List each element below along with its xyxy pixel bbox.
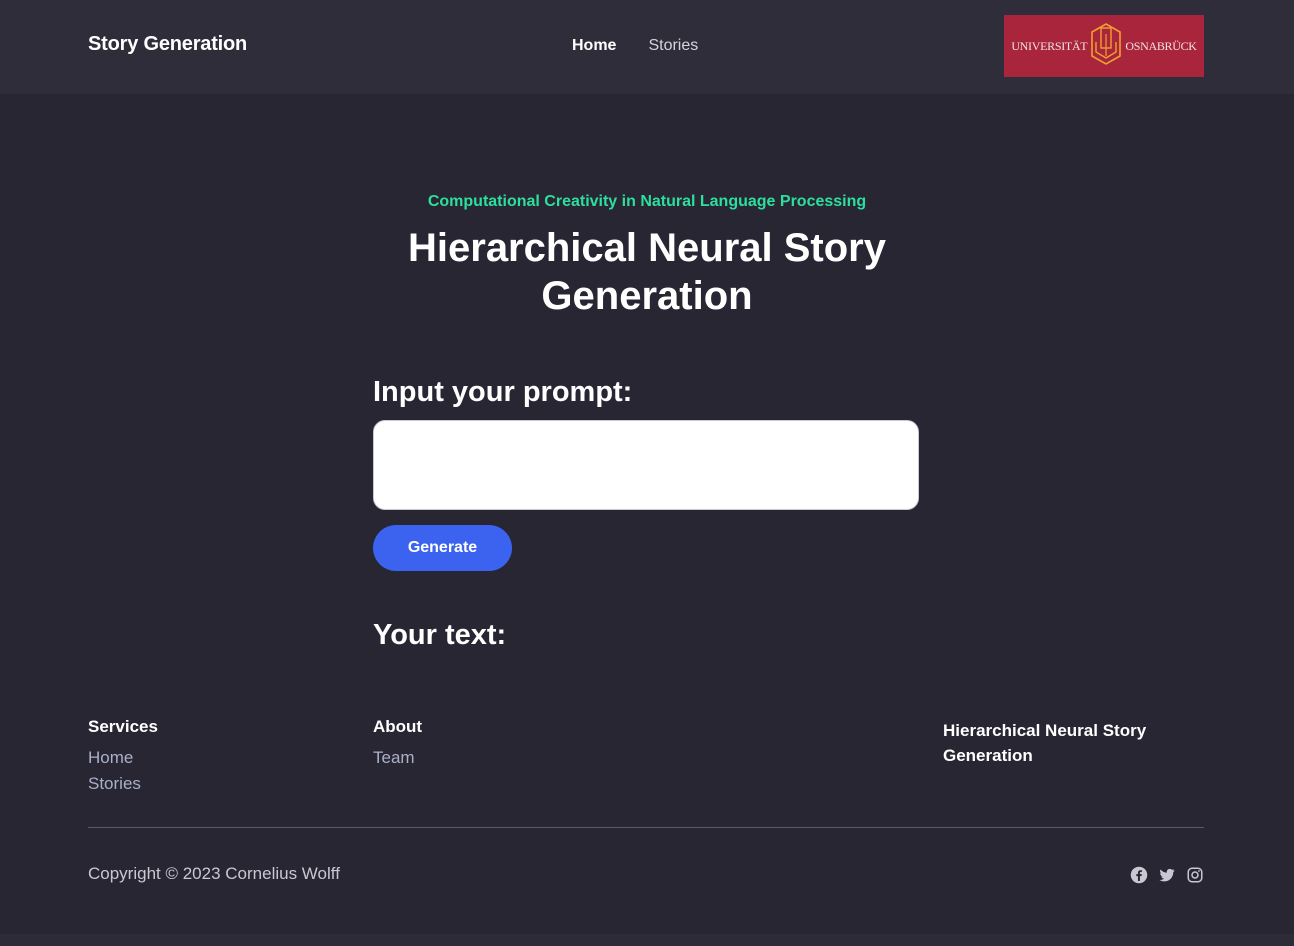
output-label: Your text: (373, 619, 507, 651)
hero-subtitle: Computational Creativity in Natural Lang… (427, 193, 867, 210)
university-seal-icon (1089, 22, 1123, 71)
brand-title[interactable]: Story Generation (88, 33, 247, 56)
footer-site-title: Hierarchical Neural Story Generation (943, 721, 1147, 765)
facebook-icon[interactable] (1130, 866, 1148, 884)
hero-title: Hierarchical Neural Story Generation (408, 226, 886, 318)
navbar: Story Generation Home Stories UNIVERSITÄ… (0, 0, 1294, 94)
instagram-icon[interactable] (1186, 866, 1204, 884)
university-logo[interactable]: UNIVERSITÄT OSNABRÜCK (1004, 15, 1204, 77)
footer-link-team[interactable]: Team (373, 745, 422, 771)
nav-link-stories[interactable]: Stories (648, 37, 698, 55)
prompt-input[interactable] (373, 420, 919, 510)
logo-text-left: UNIVERSITÄT (1011, 38, 1088, 53)
copyright-text: Copyright © 2023 Cornelius Wolff (88, 864, 340, 883)
nav-link-home[interactable]: Home (572, 37, 616, 55)
page-bottom-strip (0, 934, 1294, 946)
footer-link-stories[interactable]: Stories (88, 771, 158, 797)
footer-divider (88, 827, 1204, 828)
footer-link-home[interactable]: Home (88, 745, 158, 771)
generate-button[interactable]: Generate (373, 525, 512, 571)
footer-services: Services Home Stories (88, 717, 158, 797)
footer-services-heading: Services (88, 717, 158, 736)
logo-text-right: OSNABRÜCK (1125, 38, 1197, 53)
prompt-label: Input your prompt: (373, 376, 633, 408)
main-nav: Home Stories (572, 37, 698, 55)
twitter-icon[interactable] (1158, 866, 1176, 884)
social-links (1130, 866, 1204, 884)
footer-about: About Team (373, 717, 422, 771)
footer-about-heading: About (373, 717, 423, 736)
